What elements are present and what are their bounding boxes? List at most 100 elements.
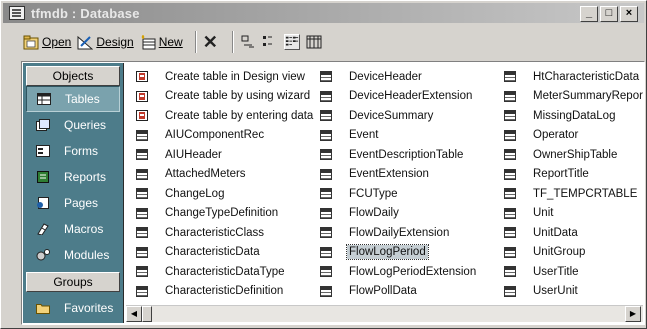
nav-item-queries[interactable]: Queries: [26, 112, 120, 138]
close-button[interactable]: ×: [620, 6, 638, 22]
list-item[interactable]: Create table by entering data: [136, 106, 313, 126]
nav-item-reports[interactable]: Reports: [26, 164, 120, 190]
list-item[interactable]: MissingDataLog: [504, 106, 643, 126]
group-item-favorites[interactable]: Favorites: [26, 295, 120, 321]
design-icon: [77, 35, 94, 49]
list-column: DeviceHeader DeviceHeaderExtension DeviceS…: [320, 67, 476, 301]
scroll-right-arrow[interactable]: ▶: [625, 306, 641, 322]
list-item-label: Unit: [533, 207, 554, 220]
list-item[interactable]: UserTitle: [504, 262, 643, 282]
list-item-label: UnitData: [533, 226, 578, 239]
list-item-label: CharacteristicDataType: [165, 265, 285, 278]
nav-item-macros[interactable]: Macros: [26, 216, 120, 242]
list-item-label: UserUnit: [533, 285, 578, 298]
scroll-thumb[interactable]: [142, 306, 152, 322]
table-icon: [320, 71, 332, 83]
list-item[interactable]: FlowDaily: [320, 204, 476, 224]
new-button[interactable]: New: [140, 34, 183, 50]
delete-icon[interactable]: ✕: [203, 32, 218, 53]
list-item-label: FlowLogPeriod: [346, 244, 429, 261]
list-item[interactable]: Create table in Design view: [136, 67, 313, 87]
list-item-label: FlowDaily: [349, 207, 399, 220]
list-column: Create table in Design view Create table …: [136, 67, 313, 301]
details-view-icon[interactable]: [306, 34, 322, 50]
groups-header[interactable]: Groups: [26, 272, 120, 292]
list-item[interactable]: AttachedMeters: [136, 165, 313, 185]
list-item-label: UserTitle: [533, 265, 579, 278]
list-item[interactable]: AIUHeader: [136, 145, 313, 165]
list-item-label: OwnerShipTable: [533, 148, 618, 161]
table-icon: [320, 149, 332, 161]
table-icon: [320, 227, 332, 239]
list-item-label: FlowLogPeriodExtension: [349, 265, 477, 278]
list-item[interactable]: FlowDailyExtension: [320, 223, 476, 243]
list-item[interactable]: MeterSummaryReport: [504, 87, 643, 107]
list-item[interactable]: ChangeTypeDefinition: [136, 204, 313, 224]
table-icon: [504, 149, 516, 161]
list-item[interactable]: FlowPollData: [320, 282, 476, 302]
database-window-icon[interactable]: [9, 6, 25, 20]
table-icon: [136, 266, 148, 278]
list-item[interactable]: DeviceHeader: [320, 67, 476, 87]
list-item[interactable]: CharacteristicData: [136, 243, 313, 263]
maximize-button[interactable]: □: [600, 6, 618, 22]
list-item[interactable]: ReportTitle: [504, 165, 643, 185]
list-item[interactable]: CharacteristicDefinition: [136, 282, 313, 302]
list-view-icon[interactable]: [283, 34, 300, 50]
objects-bar: Objects Tables Queries Forms Reports Pag…: [23, 63, 124, 323]
form-icon: [36, 145, 50, 157]
table-icon: [320, 129, 332, 141]
list-item[interactable]: Event: [320, 126, 476, 146]
list-item-label: ChangeTypeDefinition: [165, 207, 279, 220]
table-icon: [136, 246, 148, 258]
open-label: Open: [42, 35, 72, 49]
objects-header[interactable]: Objects: [26, 66, 120, 86]
nav-item-pages[interactable]: Pages: [26, 190, 120, 216]
horizontal-scrollbar[interactable]: ◀ ▶: [126, 305, 643, 322]
minimize-button[interactable]: _: [580, 6, 598, 22]
folder-icon: [36, 304, 50, 314]
list-item[interactable]: Operator: [504, 126, 643, 146]
table-icon: [320, 266, 332, 278]
list-item[interactable]: AIUComponentRec: [136, 126, 313, 146]
list-item[interactable]: UnitData: [504, 223, 643, 243]
list-item[interactable]: DeviceHeaderExtension: [320, 87, 476, 107]
list-item[interactable]: OwnerShipTable: [504, 145, 643, 165]
list-item[interactable]: CharacteristicClass: [136, 223, 313, 243]
design-button[interactable]: Design: [77, 35, 134, 50]
toolbar-separator: [231, 31, 234, 53]
list-item[interactable]: FlowLogPeriodExtension: [320, 262, 476, 282]
nav-item-label: Tables: [65, 92, 100, 106]
list-item[interactable]: UnitGroup: [504, 243, 643, 263]
nav-item-tables[interactable]: Tables: [26, 86, 120, 112]
nav-item-label: Queries: [64, 118, 107, 132]
list-item[interactable]: EventDescriptionTable: [320, 145, 476, 165]
nav-item-modules[interactable]: Modules: [26, 242, 120, 268]
open-button[interactable]: Open: [23, 35, 71, 50]
list-item[interactable]: DeviceSummary: [320, 106, 476, 126]
large-icons-view-icon[interactable]: [240, 34, 256, 50]
list-item[interactable]: Create table by using wizard: [136, 87, 313, 107]
list-item[interactable]: HtCharacteristicData: [504, 67, 643, 87]
small-icons-view-icon[interactable]: [262, 34, 278, 50]
list-item-label: MissingDataLog: [533, 109, 616, 122]
title-bar[interactable]: tfmdb : Database _ □ ×: [3, 3, 644, 23]
list-item[interactable]: ChangeLog: [136, 184, 313, 204]
table-icon: [504, 246, 516, 258]
list-item-label: FlowPollData: [349, 285, 417, 298]
list-item-label: Create table by entering data: [165, 109, 314, 122]
table-icon: [136, 188, 148, 200]
list-item-label: MeterSummaryReport: [533, 90, 643, 103]
table-icon: [504, 129, 516, 141]
table-icon: [504, 207, 516, 219]
list-item[interactable]: CharacteristicDataType: [136, 262, 313, 282]
nav-item-forms[interactable]: Forms: [26, 138, 120, 164]
list-item[interactable]: FlowLogPeriod: [320, 243, 476, 263]
list-item[interactable]: UserUnit: [504, 282, 643, 302]
scroll-left-arrow[interactable]: ◀: [126, 306, 142, 322]
list-item[interactable]: TF_TEMPCRTABLE: [504, 184, 643, 204]
list-item[interactable]: EventExtension: [320, 165, 476, 185]
list-item[interactable]: FCUType: [320, 184, 476, 204]
list-item[interactable]: Unit: [504, 204, 643, 224]
nav-item-label: Reports: [64, 170, 107, 184]
